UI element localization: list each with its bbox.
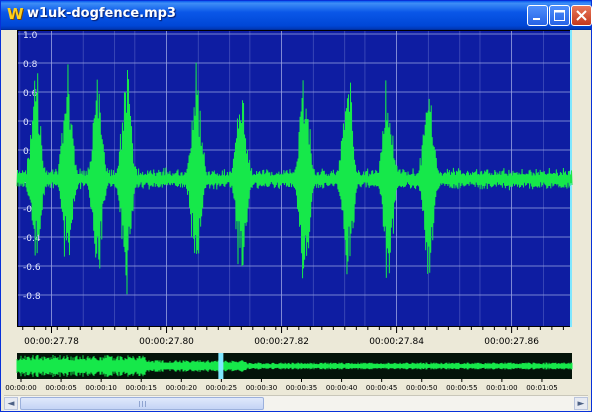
overview-navigator[interactable] [16, 353, 573, 379]
overview-time-label: 00:00:20 [166, 384, 197, 392]
overview-time-label: 00:01:05 [526, 384, 557, 392]
x-tick-label: 00:00:27.86 [484, 337, 539, 347]
minimize-icon [533, 18, 540, 20]
minimize-button[interactable] [527, 5, 548, 26]
overview-time-label: 00:00:35 [286, 384, 317, 392]
x-tick-label: 00:00:27.78 [24, 337, 79, 347]
scroll-thumb[interactable] [20, 397, 264, 410]
y-tick-label: -0.8 [23, 292, 41, 302]
overview-time-label: 00:00:40 [326, 384, 357, 392]
close-icon [576, 10, 587, 21]
waveform-chart[interactable]: 1.00.80.60.40.20-0.2-0.4-0.6-0.800:00:27… [4, 30, 588, 395]
maximize-button[interactable] [549, 5, 570, 26]
overview-time-label: 00:00:05 [45, 384, 76, 392]
y-tick-label: -0.6 [23, 263, 41, 273]
x-tick-label: 00:00:27.84 [369, 337, 424, 347]
overview-time-label: 00:00:55 [446, 384, 477, 392]
overview-time-label: 00:00:15 [125, 384, 156, 392]
app-window: W w1uk-dogfence.mp3 1.0 0.8 0.6 0.4 0.2 0 -0.2… [0, 0, 592, 412]
horizontal-scrollbar[interactable]: ◄ ► [4, 395, 588, 411]
overview-time-label: 00:00:50 [406, 384, 437, 392]
overview-time-label: 00:00:30 [246, 384, 277, 392]
overview-time-label: 00:00:25 [206, 384, 237, 392]
x-tick-label: 00:00:27.80 [139, 337, 194, 347]
maximize-icon [554, 10, 565, 21]
grip-icon [139, 401, 147, 407]
overview-time-label: 00:00:45 [366, 384, 397, 392]
overview-time-label: 00:00:00 [5, 384, 36, 392]
y-tick-label: 0.6 [23, 89, 38, 99]
app-icon: W [7, 5, 24, 23]
y-tick-label: 1.0 [23, 31, 38, 41]
x-tick-label: 00:00:27.82 [254, 337, 309, 347]
y-tick-label: -0.4 [23, 234, 41, 244]
y-tick-label: 0.8 [23, 60, 38, 70]
waveform-view: 1.0 0.8 0.6 0.4 0.2 0 -0.2 -0.4 -0.6 -0.8 00:00:27… [4, 30, 588, 395]
title-bar[interactable]: W w1uk-dogfence.mp3 [1, 1, 592, 30]
scroll-right-button[interactable]: ► [574, 397, 588, 410]
overview-time-label: 00:00:10 [85, 384, 116, 392]
window-title: w1uk-dogfence.mp3 [27, 6, 176, 21]
close-button[interactable] [571, 5, 592, 26]
scroll-left-button[interactable]: ◄ [4, 397, 18, 410]
playhead-marker [218, 353, 224, 379]
overview-time-label: 00:01:00 [486, 384, 517, 392]
